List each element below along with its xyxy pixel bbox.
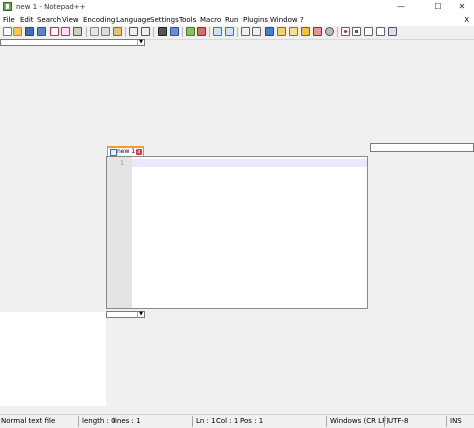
notepadpp-app-icon (3, 2, 12, 11)
print-icon[interactable] (73, 27, 82, 36)
redo-icon[interactable] (141, 27, 150, 36)
menu-encoding[interactable]: Encoding (83, 16, 115, 24)
close-icon[interactable] (50, 27, 59, 36)
minimize-button[interactable]: — (386, 0, 416, 14)
top-dropdown[interactable]: ▼ (0, 39, 145, 46)
title-bar: new 1 - Notepad++ — ☐ ✕ (0, 0, 474, 14)
open-file-icon[interactable] (13, 27, 22, 36)
doc-map-icon[interactable] (277, 27, 286, 36)
find-icon[interactable] (158, 27, 167, 36)
menu-search[interactable]: Search (37, 16, 61, 24)
new-file-icon[interactable] (3, 27, 12, 36)
status-mode: INS (450, 417, 462, 425)
copy-icon[interactable] (101, 27, 110, 36)
chevron-down-icon[interactable]: ▼ (137, 40, 144, 45)
menu-run[interactable]: Run (225, 16, 238, 24)
status-col: Col : 1 (216, 417, 239, 425)
status-bar: Normal text file length : 0 lines : 1 Ln… (0, 414, 474, 428)
bottom-dropdown[interactable]: ▼ (106, 311, 145, 318)
save-icon[interactable] (25, 27, 34, 36)
menu-macro[interactable]: Macro (200, 16, 221, 24)
menu-bar: File Edit Search View Encoding Language … (0, 14, 474, 26)
window-title: new 1 - Notepad++ (16, 3, 86, 11)
close-document-menu-button[interactable]: X (464, 16, 469, 24)
status-ln: Ln : 1 (196, 417, 216, 425)
line-number-gutter: 1 (107, 157, 132, 308)
lower-panel (0, 312, 106, 406)
menu-language[interactable]: Language (116, 16, 151, 24)
line-number: 1 (120, 160, 124, 167)
run-macro-multiple-icon[interactable] (376, 27, 385, 36)
status-pos: Pos : 1 (240, 417, 264, 425)
current-line-highlight (132, 159, 367, 167)
indent-guide-icon[interactable] (265, 27, 274, 36)
main-toolbar (0, 26, 474, 40)
menu-window[interactable]: Window (270, 16, 298, 24)
cut-icon[interactable] (90, 27, 99, 36)
show-all-chars-icon[interactable] (252, 27, 261, 36)
menu-view[interactable]: View (62, 16, 79, 24)
menu-edit[interactable]: Edit (20, 16, 34, 24)
folder-workspace-icon[interactable] (301, 27, 310, 36)
monitoring-icon[interactable] (313, 27, 322, 36)
menu-tools[interactable]: Tools (179, 16, 196, 24)
menu-plugins[interactable]: Plugins (243, 16, 268, 24)
menu-settings[interactable]: Settings (150, 16, 179, 24)
status-length: length : 0 (82, 417, 116, 425)
zoom-out-icon[interactable] (197, 27, 206, 36)
word-wrap-icon[interactable] (241, 27, 250, 36)
chevron-down-icon[interactable]: ▼ (137, 312, 144, 317)
zoom-in-icon[interactable] (186, 27, 195, 36)
tab-new-1[interactable]: new 1 x (107, 146, 144, 156)
right-panel-input[interactable] (370, 143, 474, 152)
document-icon (110, 149, 117, 156)
tab-close-icon[interactable]: x (136, 149, 142, 155)
status-lines: lines : 1 (113, 417, 141, 425)
text-editor[interactable]: 1 (106, 156, 368, 309)
sync-vertical-icon[interactable] (213, 27, 222, 36)
status-eol: Windows (CR LF) (330, 417, 389, 425)
tab-label: new 1 (117, 148, 136, 155)
close-window-button[interactable]: ✕ (447, 0, 474, 14)
stop-record-icon[interactable] (352, 27, 361, 36)
replace-icon[interactable] (170, 27, 179, 36)
menu-help[interactable]: ? (300, 16, 304, 24)
sync-horizontal-icon[interactable] (225, 27, 234, 36)
record-macro-icon[interactable] (341, 27, 350, 36)
function-list-icon[interactable] (289, 27, 298, 36)
save-all-icon[interactable] (37, 27, 46, 36)
play-macro-icon[interactable] (364, 27, 373, 36)
save-macro-icon[interactable] (388, 27, 397, 36)
monitoring-icon[interactable] (325, 27, 334, 36)
status-encoding: UTF-8 (388, 417, 409, 425)
undo-icon[interactable] (129, 27, 138, 36)
close-all-icon[interactable] (61, 27, 70, 36)
status-file-type: Normal text file (1, 417, 56, 425)
menu-file[interactable]: File (3, 16, 15, 24)
paste-icon[interactable] (113, 27, 122, 36)
